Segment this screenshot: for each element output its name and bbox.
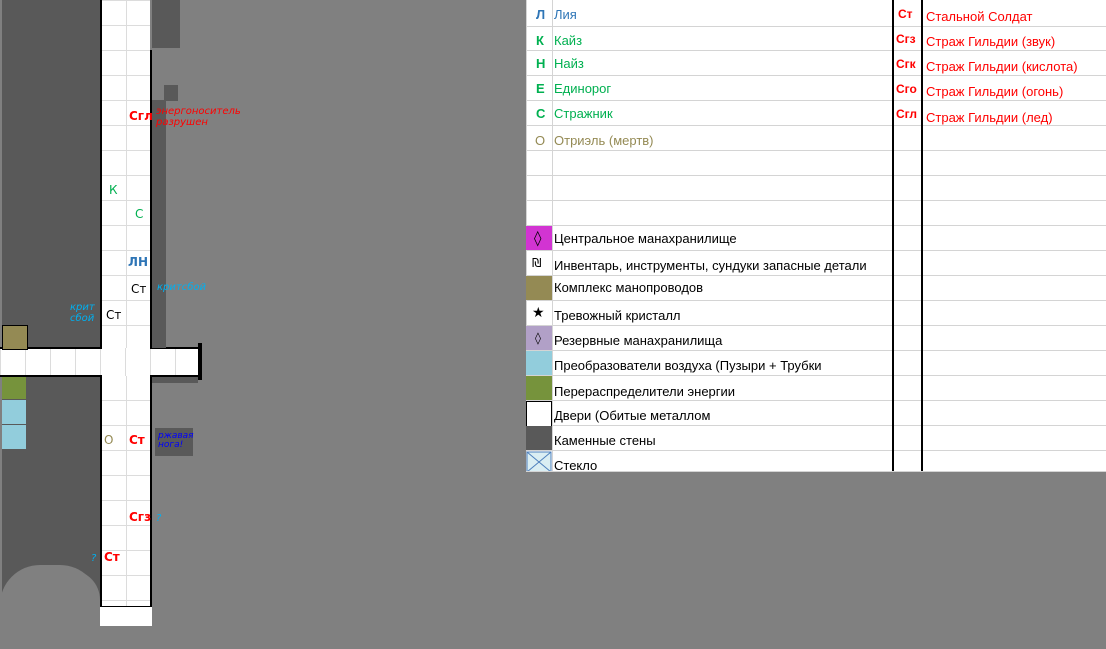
sheet-row xyxy=(526,175,1106,201)
note-question-2: ? xyxy=(91,553,97,564)
mana-conduit-swatch xyxy=(526,276,552,300)
legend-label: Перераспределители энергии xyxy=(554,384,736,399)
stone-wall-right-upper-lower xyxy=(152,377,198,383)
ally-code: Н xyxy=(536,56,546,71)
marker-o: О xyxy=(104,433,114,447)
stone-wall-swatch xyxy=(526,426,552,450)
note-rusty-leg: ржавая нога! xyxy=(158,431,194,450)
legend-label: Инвентарь, инструменты, сундуки запасные… xyxy=(554,258,867,273)
legend-label: Каменные стены xyxy=(554,433,656,448)
legend-label: Двери (Обитые металлом xyxy=(554,408,711,423)
legend-label: Резервные манахранилища xyxy=(554,333,723,348)
note-crit-fail-left: крит сбой xyxy=(70,302,95,324)
ally-name: Кайз xyxy=(554,33,583,48)
enemy-code: Сгл xyxy=(896,107,917,121)
air-converter-block-1 xyxy=(2,400,26,424)
ally-code: Л xyxy=(536,7,546,22)
sheet-row xyxy=(526,450,1106,472)
ally-name: Единорог xyxy=(554,81,612,96)
legend-label: Стекло xyxy=(554,458,598,473)
glass-icon xyxy=(526,451,552,471)
ally-name: Отриэль (мертв) xyxy=(554,133,654,148)
energy-redistributor-block xyxy=(2,377,26,399)
enemy-name: Страж Гильдии (огонь) xyxy=(926,84,1064,99)
marker-sgz: Сгз xyxy=(129,510,152,524)
energy-redistributor-swatch xyxy=(526,376,552,400)
sheqel-icon: ₪ xyxy=(532,256,542,270)
corridor-horizontal xyxy=(0,348,200,376)
marker-st-3: Ст xyxy=(129,433,145,447)
fog-right-bottom xyxy=(152,460,526,649)
sheet-row xyxy=(526,150,1106,176)
enemy-code: Сго xyxy=(896,82,917,96)
ally-name: Стражник xyxy=(554,106,613,121)
enemy-name: Страж Гильдии (кислота) xyxy=(926,59,1078,74)
enemy-code: Сгз xyxy=(896,32,916,46)
dungeon-map: Сгл энергоноситель разрушен К С ЛН Ст кр… xyxy=(0,0,526,649)
ally-code: Е xyxy=(536,81,545,96)
legend-label: Центральное манахранилище xyxy=(554,231,737,246)
corridor-bottom-edge xyxy=(98,606,156,627)
enemy-name: Страж Гильдии (звук) xyxy=(926,34,1056,49)
legend-sheet: Л Лия К Кайз Н Найз Е Единорог С Стражни… xyxy=(526,0,1106,473)
col-line-thick-2 xyxy=(921,0,923,471)
ally-name: Лия xyxy=(554,7,577,22)
stone-wall-right-strip xyxy=(152,100,166,348)
note-energy-destroyed: энергоноситель разрушен xyxy=(156,106,241,128)
door-swatch xyxy=(526,401,552,427)
legend-label: Преобразователи воздуха (Пузыри + Трубки xyxy=(554,358,822,373)
marker-k: К xyxy=(109,183,118,197)
enemy-name: Стальной Солдат xyxy=(926,9,1033,24)
marker-st-1: Ст xyxy=(131,282,147,296)
note-crit-fail-right: критсбой xyxy=(157,282,206,293)
enemy-code: Сгк xyxy=(896,57,916,71)
ally-code: С xyxy=(536,106,546,121)
corridor-border-left-lower xyxy=(100,376,102,606)
star-icon: ★ xyxy=(532,305,545,321)
marker-st-4: Ст xyxy=(104,550,120,564)
col-line-thick-1 xyxy=(892,0,894,471)
stone-wall-left-upper xyxy=(2,0,100,348)
diamond-icon: ◊ xyxy=(526,226,552,250)
ally-code: К xyxy=(536,33,544,48)
ally-name: Найз xyxy=(554,56,584,71)
corridor-h-end xyxy=(198,343,202,380)
air-converter-swatch xyxy=(526,351,552,375)
marker-s: С xyxy=(135,207,144,221)
col-line-a xyxy=(552,0,553,471)
enemy-code: Ст xyxy=(898,7,913,21)
sheet-row xyxy=(526,200,1106,226)
stone-wall-top-right xyxy=(152,0,180,48)
marker-ln: ЛН xyxy=(128,255,149,269)
legend-label: Комплекс манопроводов xyxy=(554,280,704,295)
mana-conduit-block xyxy=(2,325,28,350)
corridor-border-left xyxy=(100,0,102,348)
ally-code: О xyxy=(535,133,546,148)
marker-st-2: Ст xyxy=(106,308,122,322)
legend-label: Тревожный кристалл xyxy=(554,308,681,323)
air-converter-block-2 xyxy=(2,425,26,449)
note-question-1: ? xyxy=(156,513,162,524)
enemy-name: Страж Гильдии (лед) xyxy=(926,110,1053,125)
small-diamond-icon: ◊ xyxy=(526,326,552,350)
marker-sgl: Сгл xyxy=(129,109,153,123)
stone-wall-step xyxy=(164,85,178,101)
